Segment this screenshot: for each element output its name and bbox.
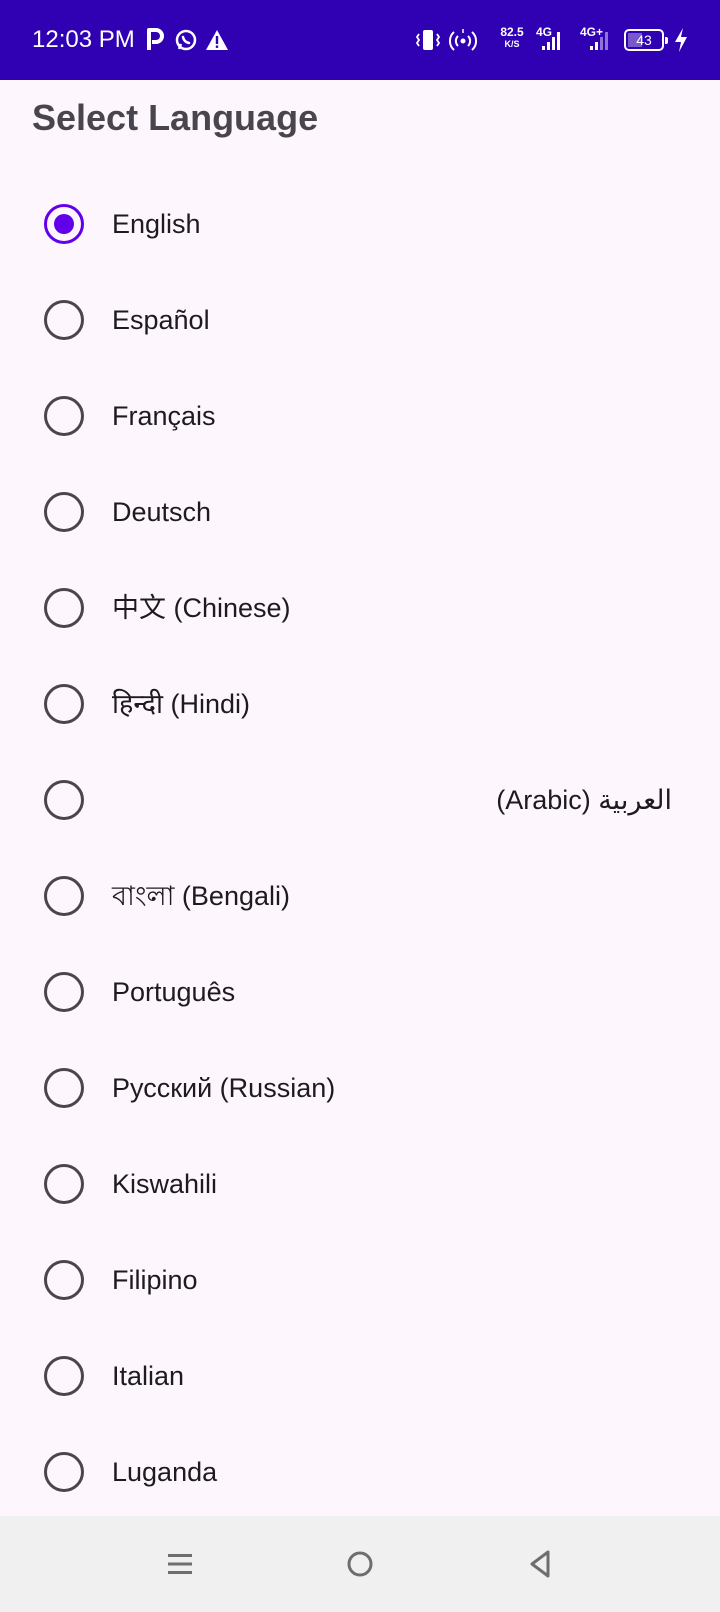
charging-icon	[675, 28, 687, 52]
warning-icon	[206, 30, 228, 50]
language-label: Filipino	[112, 1265, 198, 1295]
language-option-13[interactable]: Luganda	[0, 1424, 720, 1520]
language-option-3[interactable]: Deutsch	[0, 464, 720, 560]
back-icon[interactable]	[520, 1544, 560, 1584]
vibrate-icon	[415, 30, 441, 50]
language-option-5[interactable]: हिन्दी (Hindi)	[0, 656, 720, 752]
language-label: Italian	[112, 1361, 185, 1391]
radio-button[interactable]	[44, 588, 84, 628]
navigation-bar	[0, 1516, 720, 1612]
radio-button[interactable]	[44, 1452, 84, 1492]
language-label: Español	[112, 305, 210, 335]
battery-percent: 43	[636, 32, 652, 48]
language-list: English Español Français Deutsch 中文 (Chi…	[0, 176, 720, 1520]
network-speed: 82.5 K/S	[496, 26, 528, 50]
language-option-6[interactable]: العربية (Arabic)	[0, 752, 720, 848]
radio-button[interactable]	[44, 1164, 84, 1204]
home-icon[interactable]	[340, 1544, 380, 1584]
signal-icon	[542, 32, 560, 50]
parking-icon	[147, 28, 164, 50]
language-label: বাংলা (Bengali)	[112, 881, 290, 911]
battery-icon: 43	[624, 29, 668, 51]
hotspot-icon	[448, 29, 478, 51]
language-option-2[interactable]: Français	[0, 368, 720, 464]
language-option-10[interactable]: Kiswahili	[0, 1136, 720, 1232]
language-option-9[interactable]: Русский (Russian)	[0, 1040, 720, 1136]
radio-button-selected[interactable]	[44, 204, 84, 244]
language-option-4[interactable]: 中文 (Chinese)	[0, 560, 720, 656]
language-label: 中文 (Chinese)	[112, 593, 291, 623]
status-time: 12:03 PM	[32, 26, 135, 53]
language-option-7[interactable]: বাংলা (Bengali)	[0, 848, 720, 944]
radio-button[interactable]	[44, 1356, 84, 1396]
language-label: हिन्दी (Hindi)	[112, 689, 251, 719]
language-option-11[interactable]: Filipino	[0, 1232, 720, 1328]
menu-icon[interactable]	[160, 1544, 200, 1584]
language-label: Português	[112, 977, 236, 1007]
radio-button[interactable]	[44, 300, 84, 340]
radio-button[interactable]	[44, 1260, 84, 1300]
status-bar: 12:03 PM 82.5 K/S 4G 4G+ 43	[0, 0, 720, 80]
speed-value: 82.5	[500, 25, 524, 39]
radio-button[interactable]	[44, 1068, 84, 1108]
radio-button[interactable]	[44, 396, 84, 436]
radio-button[interactable]	[44, 972, 84, 1012]
language-option-8[interactable]: Português	[0, 944, 720, 1040]
radio-button[interactable]	[44, 780, 84, 820]
language-option-1[interactable]: Español	[0, 272, 720, 368]
language-label: Français	[112, 401, 216, 431]
page-title: Select Language	[32, 97, 319, 138]
language-label: Русский (Russian)	[112, 1073, 336, 1103]
language-label: Deutsch	[112, 497, 212, 527]
radio-button[interactable]	[44, 684, 84, 724]
language-option-0[interactable]: English	[0, 176, 720, 272]
language-label: العربية (Arabic)	[496, 785, 672, 815]
radio-button[interactable]	[44, 876, 84, 916]
language-label: English	[112, 209, 201, 239]
speed-unit: K/S	[504, 39, 520, 49]
language-label: Luganda	[112, 1457, 218, 1487]
whatsapp-icon	[175, 29, 197, 51]
language-label: Kiswahili	[112, 1169, 218, 1199]
language-option-12[interactable]: Italian	[0, 1328, 720, 1424]
signal-icon	[590, 32, 608, 50]
radio-button[interactable]	[44, 492, 84, 532]
